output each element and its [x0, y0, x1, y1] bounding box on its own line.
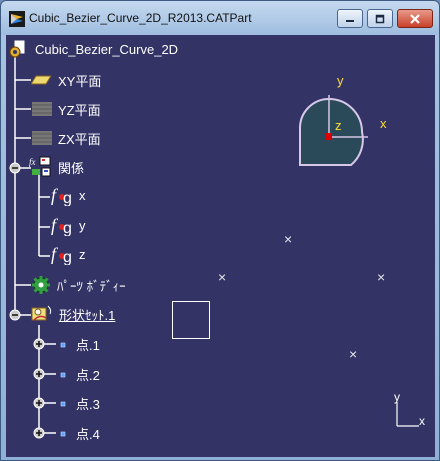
- point-4-label: 点.4: [76, 426, 100, 442]
- maximize-button[interactable]: [367, 9, 393, 28]
- point-icon: [60, 342, 66, 348]
- tree-item-zx-plane[interactable]: ZX平面: [31, 128, 101, 148]
- point-icon: [60, 372, 66, 378]
- param-y-label: y: [79, 217, 86, 233]
- window-title: Cubic_Bezier_Curve_2D_R2013.CATPart: [29, 11, 252, 25]
- tree-item-point-4[interactable]: 点.4: [56, 423, 100, 443]
- tree-item-param-z[interactable]: f g z: [50, 244, 86, 265]
- point-marker[interactable]: ×: [377, 270, 385, 284]
- close-icon: [410, 13, 420, 24]
- tree-item-param-y[interactable]: f g y: [50, 215, 86, 236]
- tree-item-geo-set[interactable]: 形状ｾｯﾄ.1: [30, 304, 115, 324]
- svg-text:f: f: [51, 244, 59, 264]
- tree-item-point-1[interactable]: 点.1: [56, 334, 100, 354]
- close-button[interactable]: [397, 9, 433, 28]
- tree-root[interactable]: Cubic_Bezier_Curve_2D: [7, 39, 178, 59]
- compass-x-label: x: [380, 116, 387, 131]
- tree-item-point-3[interactable]: 点.3: [56, 393, 100, 413]
- tree-item-part-body[interactable]: ﾊﾟｰﾂ ﾎﾞﾃﾞｨｰ: [30, 275, 126, 295]
- svg-text:f: f: [51, 215, 59, 235]
- selection-square[interactable]: [172, 301, 210, 339]
- zx-plane-icon: [32, 131, 52, 145]
- mini-axis-x-label: x: [419, 414, 425, 428]
- svg-text:g: g: [63, 249, 72, 265]
- tree-root-label: Cubic_Bezier_Curve_2D: [35, 41, 179, 57]
- point-marker[interactable]: ×: [284, 232, 292, 246]
- formula-icon: f g: [51, 185, 72, 206]
- relations-label: 関係: [58, 160, 85, 176]
- compass-y-label: y: [337, 73, 344, 88]
- compass-origin-marker: [325, 133, 332, 140]
- point-marker[interactable]: ×: [349, 347, 357, 361]
- point-2-label: 点.2: [76, 367, 100, 383]
- point-1-label: 点.1: [76, 337, 100, 353]
- compass-z-label: z: [335, 118, 342, 133]
- point-3-label: 点.3: [76, 396, 100, 412]
- minimize-button[interactable]: [337, 9, 363, 28]
- geometrical-set-icon: [31, 305, 52, 321]
- svg-text:f: f: [51, 185, 59, 205]
- axis-compass[interactable]: [296, 95, 376, 175]
- param-x-label: x: [79, 187, 86, 203]
- svg-text:fx: fx: [29, 157, 36, 167]
- xy-plane-label: XY平面: [58, 73, 102, 89]
- mini-axis-y-label: y: [394, 390, 400, 404]
- yz-plane-label: YZ平面: [58, 102, 101, 118]
- point-marker[interactable]: ×: [218, 270, 226, 284]
- relations-icon: fx: [29, 156, 51, 177]
- xy-plane-icon: [31, 75, 52, 85]
- point-icon: [60, 401, 66, 407]
- svg-text:g: g: [63, 220, 72, 236]
- restore-icon: [375, 14, 385, 23]
- part-icon: [9, 39, 26, 58]
- tree-item-yz-plane[interactable]: YZ平面: [31, 99, 101, 119]
- tree-item-xy-plane[interactable]: XY平面: [31, 70, 101, 90]
- title-bar[interactable]: Cubic_Bezier_Curve_2D_R2013.CATPart: [1, 1, 439, 35]
- formula-icon: f g: [51, 215, 72, 236]
- part-body-gear-icon: [32, 276, 50, 294]
- part-body-label: ﾊﾟｰﾂ ﾎﾞﾃﾞｨｰ: [57, 278, 126, 294]
- param-z-label: z: [79, 246, 86, 262]
- tree-item-relations[interactable]: fx 関係: [28, 156, 85, 177]
- catia-window: Cubic_Bezier_Curve_2D_R2013.CATPart Cubi…: [0, 0, 440, 461]
- svg-text:g: g: [63, 190, 72, 206]
- formula-icon: f g: [51, 244, 72, 265]
- catia-app-icon: [9, 11, 25, 27]
- point-icon: [60, 431, 66, 437]
- geo-set-label: 形状ｾｯﾄ.1: [59, 307, 116, 323]
- minimize-icon: [346, 19, 354, 22]
- 3d-viewport[interactable]: Cubic_Bezier_Curve_2D XY平面 YZ平面 ZX平面 fx …: [6, 35, 435, 457]
- tree-item-point-2[interactable]: 点.2: [56, 364, 100, 384]
- tree-item-param-x[interactable]: f g x: [50, 185, 86, 206]
- yz-plane-icon: [32, 102, 52, 116]
- zx-plane-label: ZX平面: [58, 131, 101, 147]
